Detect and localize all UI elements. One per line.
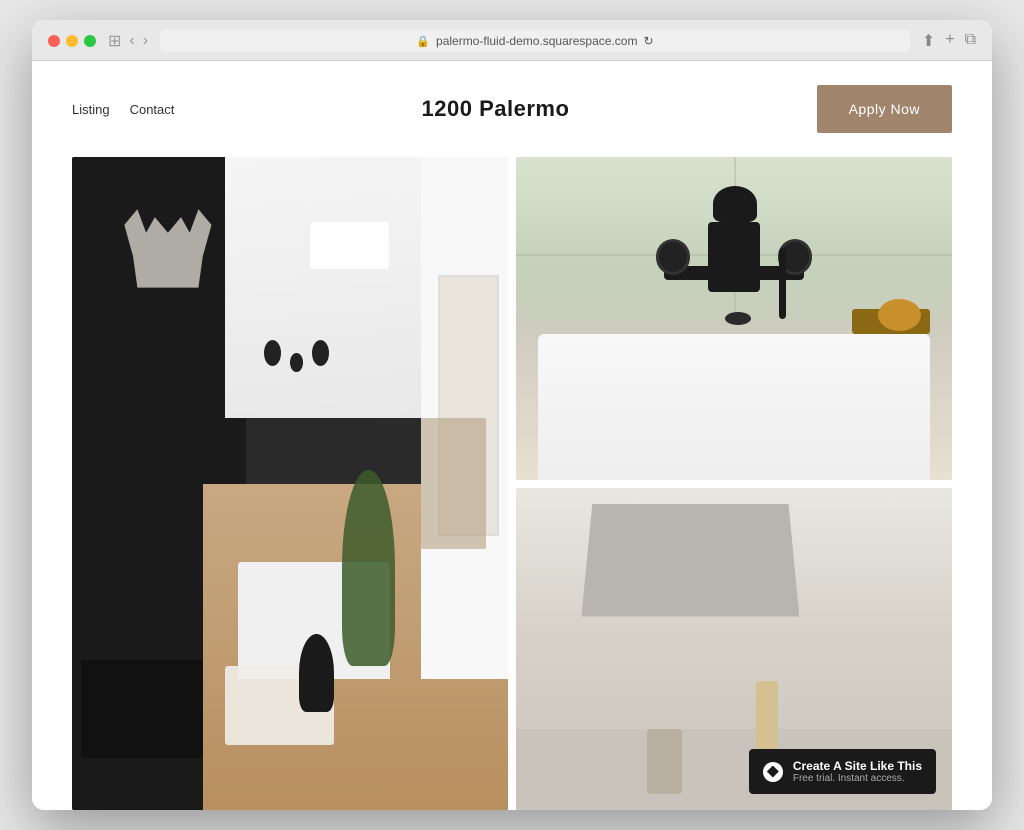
- kitchen-hood: [581, 504, 799, 617]
- gallery-image-kitchen: Create A Site Like This Free trial. Inst…: [516, 488, 952, 811]
- navigation: Listing Contact 1200 Palermo Apply Now: [32, 61, 992, 157]
- fireplace: [81, 660, 203, 758]
- pendant-light-3: [312, 340, 329, 366]
- site-title: 1200 Palermo: [422, 96, 570, 122]
- bathroom-photo: [516, 157, 952, 480]
- squarespace-badge[interactable]: Create A Site Like This Free trial. Inst…: [749, 749, 936, 794]
- pendant-light-1: [264, 340, 281, 366]
- traffic-lights: [48, 35, 96, 47]
- shower-hose: [779, 248, 786, 319]
- squarespace-logo: [763, 762, 783, 782]
- close-button[interactable]: [48, 35, 60, 47]
- nav-links: Listing Contact: [72, 102, 174, 117]
- fullscreen-button[interactable]: [84, 35, 96, 47]
- gallery-image-bathroom: [516, 157, 952, 480]
- nav-link-listing[interactable]: Listing: [72, 102, 110, 117]
- reload-icon[interactable]: ↻: [643, 34, 653, 48]
- sq-sub-text: Free trial. Instant access.: [793, 773, 922, 784]
- new-tab-icon[interactable]: +: [945, 31, 954, 51]
- faucet: [647, 222, 821, 399]
- plant: [342, 470, 394, 666]
- dining-area: [421, 418, 486, 549]
- nav-link-contact[interactable]: Contact: [130, 102, 175, 117]
- duplicate-icon[interactable]: ⧉: [965, 31, 976, 51]
- faucet-handle-left: [656, 239, 691, 274]
- browser-actions: ⬆ + ⧉: [922, 31, 976, 51]
- share-icon[interactable]: ⬆: [922, 31, 935, 51]
- browser-window: ⊞ ‹ › 🔒 palermo-fluid-demo.squarespace.c…: [32, 20, 992, 810]
- sq-main-text: Create A Site Like This: [793, 759, 922, 773]
- skylight: [310, 222, 389, 269]
- forward-button[interactable]: ›: [143, 32, 148, 50]
- photo-gallery: Create A Site Like This Free trial. Inst…: [32, 157, 992, 810]
- faucet-body: [708, 222, 760, 293]
- url-text: palermo-fluid-demo.squarespace.com: [436, 34, 637, 48]
- window-controls-icon[interactable]: ⊞: [108, 31, 121, 51]
- website-content: Listing Contact 1200 Palermo Apply Now: [32, 61, 992, 810]
- address-bar[interactable]: 🔒 palermo-fluid-demo.squarespace.com ↻: [160, 30, 910, 52]
- browser-chrome: ⊞ ‹ › 🔒 palermo-fluid-demo.squarespace.c…: [32, 20, 992, 61]
- sq-badge-text: Create A Site Like This Free trial. Inst…: [793, 759, 922, 784]
- living-room-photo: [72, 157, 508, 810]
- back-button[interactable]: ‹: [129, 32, 134, 50]
- apply-now-button[interactable]: Apply Now: [817, 85, 952, 133]
- minimize-button[interactable]: [66, 35, 78, 47]
- gallery-image-living-room: [72, 157, 508, 810]
- shower-head: [713, 186, 757, 221]
- black-stool: [299, 634, 334, 712]
- squarespace-logo-mark: [767, 766, 779, 778]
- browser-controls: ⊞ ‹ ›: [108, 31, 148, 51]
- lock-icon: 🔒: [416, 35, 430, 48]
- counter-item: [647, 729, 682, 794]
